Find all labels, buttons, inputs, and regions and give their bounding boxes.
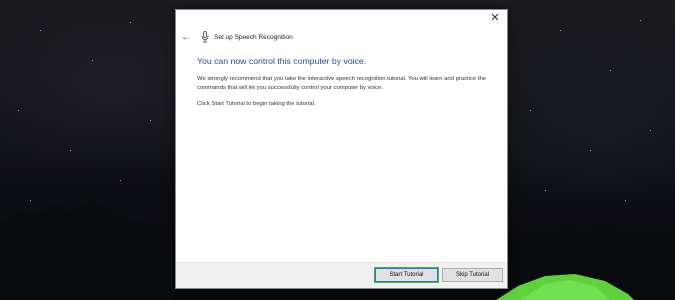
back-arrow-icon[interactable]: ←: [179, 30, 193, 44]
instruction-paragraph: Click Start Tutorial to begin taking the…: [197, 101, 316, 108]
description-paragraph: We strongly recommend that you take the …: [197, 76, 487, 91]
skip-tutorial-button[interactable]: Skip Tutorial: [442, 268, 503, 282]
microphone-icon: [201, 31, 209, 43]
wizard-header: ← Set up Speech Recognition: [176, 27, 507, 47]
start-tutorial-button[interactable]: Start Tutorial: [374, 267, 439, 283]
title-bar: ✕: [176, 10, 507, 26]
dialog-footer: Start Tutorial Skip Tutorial: [176, 262, 507, 288]
page-heading: You can now control this computer by voi…: [197, 56, 367, 66]
dialog-content: You can now control this computer by voi…: [197, 56, 497, 117]
window-title: Set up Speech Recognition: [214, 33, 293, 41]
close-icon[interactable]: ✕: [489, 12, 501, 24]
speech-recognition-dialog: ✕ ← Set up Speech Recognition You can no…: [175, 9, 508, 289]
